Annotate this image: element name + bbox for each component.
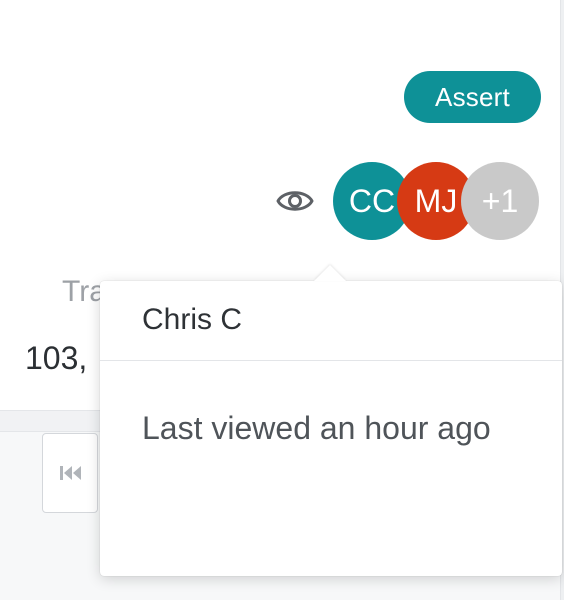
- skip-to-start-icon: [60, 466, 81, 480]
- page: Assert CC MJ +1 Tra 103, Chris C Last vi…: [0, 0, 564, 600]
- eye-icon[interactable]: [276, 186, 314, 216]
- avatar-more-count[interactable]: +1: [461, 162, 539, 240]
- popover-arrow: [314, 265, 346, 281]
- metric-value: 103,: [25, 340, 88, 376]
- popover-divider: [100, 360, 562, 361]
- assert-badge[interactable]: Assert: [404, 71, 541, 123]
- viewer-popover: Chris C Last viewed an hour ago: [100, 265, 562, 576]
- skip-back-button[interactable]: [42, 433, 98, 513]
- popover-body: Last viewed an hour ago: [142, 410, 491, 446]
- popover-title: Chris C: [142, 303, 243, 336]
